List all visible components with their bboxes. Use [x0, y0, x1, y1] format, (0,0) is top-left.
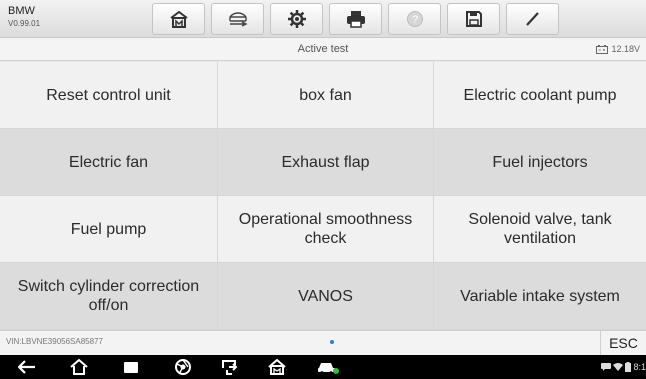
app-version: V0.99.01 [8, 19, 41, 28]
edit-icon [525, 12, 539, 26]
page-indicator [330, 340, 334, 344]
car-connection-icon [318, 363, 339, 375]
brand-block: BMW V0.99.01 [8, 5, 40, 29]
vehicle-swap-button[interactable] [211, 3, 264, 35]
help-icon: ? [406, 11, 423, 27]
recents-button[interactable] [116, 357, 146, 377]
screen-mirror-button[interactable] [216, 357, 246, 377]
test-item[interactable]: Variable intake system [434, 263, 646, 330]
test-item[interactable]: Switch cylinder correction off/on [0, 263, 218, 330]
subheader: Active test 12.18V [0, 38, 646, 61]
back-arrow-icon [18, 360, 35, 374]
test-item[interactable]: box fan [218, 62, 434, 129]
back-button[interactable] [12, 357, 42, 377]
esc-button[interactable]: ESC [600, 331, 646, 356]
battery-voltage: 12.18V [611, 44, 640, 54]
test-item[interactable]: Electric fan [0, 129, 218, 196]
test-item[interactable]: Solenoid valve, tank ventilation [434, 196, 646, 263]
test-item[interactable]: Electric coolant pump [434, 62, 646, 129]
footer-bar: VIN:LBVNE39056SA85877 ESC [0, 330, 646, 356]
vehicle-swap-icon [228, 12, 248, 27]
settings-icon [287, 10, 306, 28]
toolbar-buttons: ? [152, 3, 565, 35]
test-item[interactable]: Operational smoothness check [218, 196, 434, 263]
top-toolbar: BMW V0.99.01 ? [0, 0, 646, 38]
vin-text: VIN:LBVNE39056SA85877 [6, 337, 103, 346]
recents-icon [124, 362, 138, 373]
help-button[interactable]: ? [388, 3, 441, 35]
home-icon [169, 10, 188, 28]
test-item[interactable]: Fuel injectors [434, 129, 646, 196]
home-icon [70, 359, 88, 375]
test-item[interactable]: Reset control unit [0, 62, 218, 129]
test-item[interactable]: Exhaust flap [218, 129, 434, 196]
svg-text:?: ? [411, 14, 417, 26]
save-icon [465, 11, 482, 27]
clock: 8:1 [633, 362, 646, 372]
message-icon [601, 363, 612, 371]
active-test-grid: Reset control unit box fan Electric cool… [0, 62, 646, 330]
battery-status: 12.18V [596, 38, 640, 61]
status-area: 8:1 [601, 359, 646, 375]
android-nav-bar: 8:1 [0, 355, 646, 379]
battery-icon [596, 45, 609, 54]
test-item[interactable]: VANOS [218, 263, 434, 330]
browser-icon [175, 359, 191, 375]
home-button[interactable] [152, 3, 205, 35]
settings-button[interactable] [270, 3, 323, 35]
save-button[interactable] [447, 3, 500, 35]
wifi-icon [613, 363, 624, 371]
edit-button[interactable] [506, 3, 559, 35]
screen: BMW V0.99.01 ? Active test 12.18V Reset … [0, 0, 646, 379]
print-button[interactable] [329, 3, 382, 35]
battery-icon [625, 362, 632, 372]
test-item[interactable]: Fuel pump [0, 196, 218, 263]
screen-mirror-icon [222, 360, 238, 375]
app-home-button[interactable] [262, 357, 292, 377]
app-home-icon [268, 359, 286, 375]
home-nav-button[interactable] [64, 357, 94, 377]
print-icon [346, 11, 365, 28]
page-title: Active test [297, 43, 349, 55]
brand-name: BMW [8, 5, 35, 17]
browser-button[interactable] [168, 357, 198, 377]
vehicle-connection-button[interactable] [312, 357, 344, 377]
